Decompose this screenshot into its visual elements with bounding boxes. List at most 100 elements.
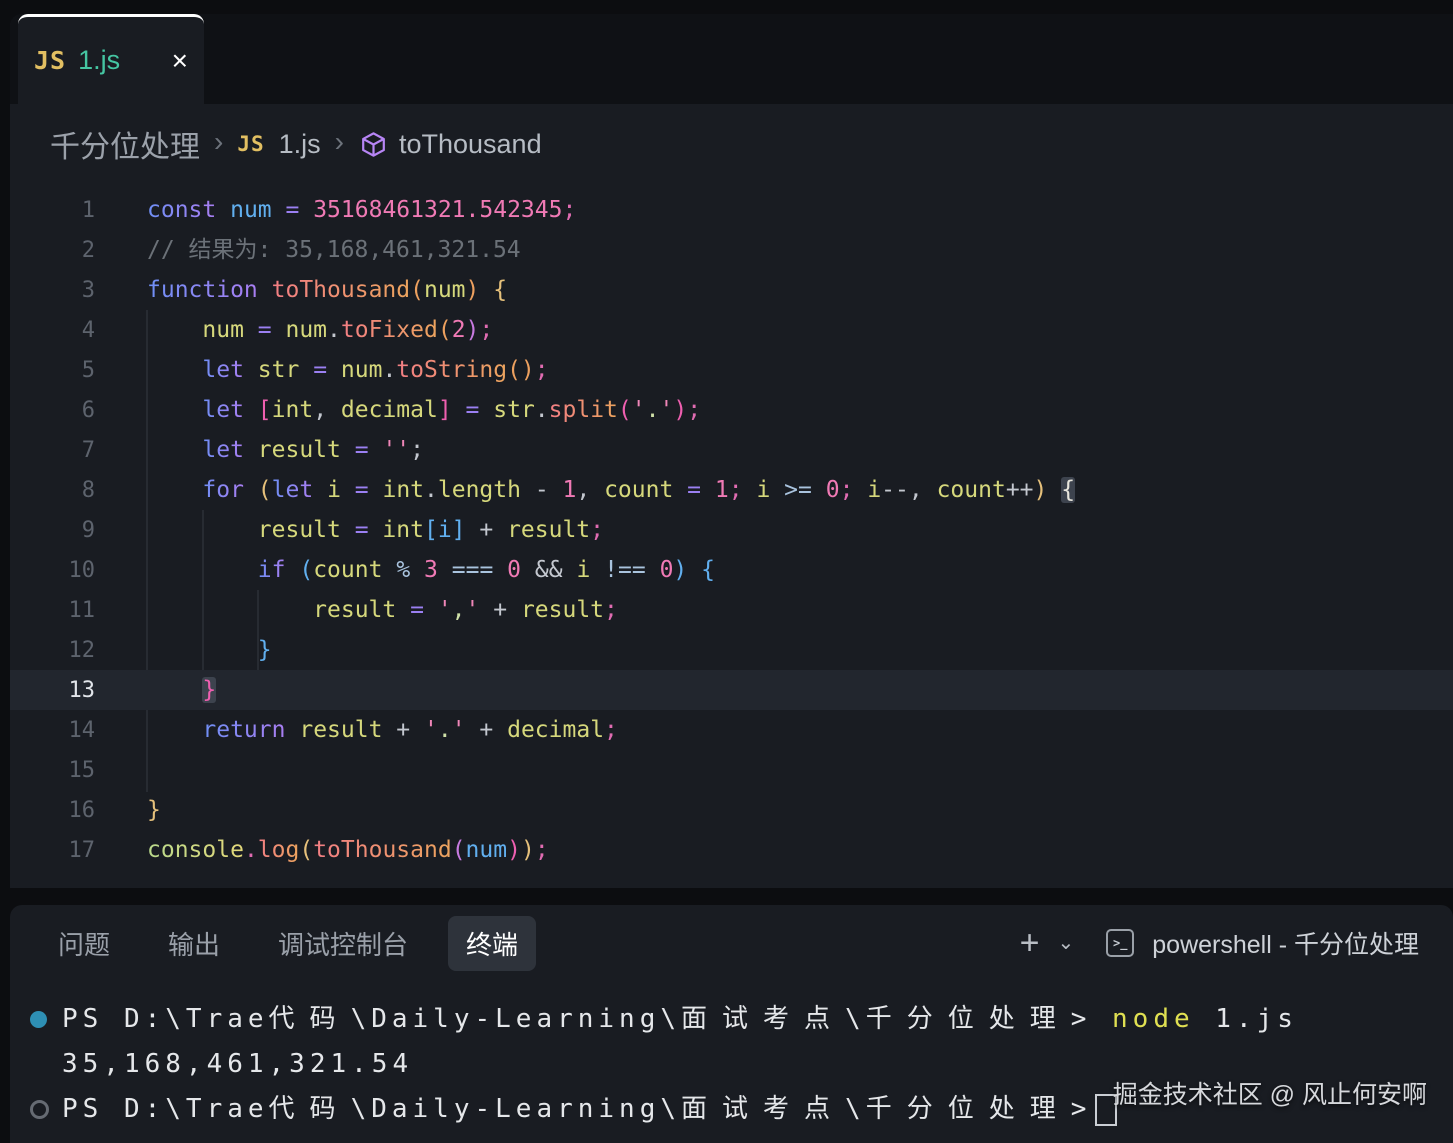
code-token: ;: [535, 837, 549, 863]
code-line[interactable]: 17console.log(toThousand(num));: [10, 830, 1453, 870]
code-line[interactable]: 14 return result + '.' + decimal;: [10, 710, 1453, 750]
code-token: console: [147, 837, 244, 863]
code-token: ': [424, 717, 438, 743]
code-token: .: [438, 717, 452, 743]
code-line[interactable]: 10 if (count % 3 === 0 && i !== 0) {: [10, 550, 1453, 590]
code-token: toString: [396, 357, 507, 383]
breadcrumb: 千分位处理 › JS 1.js › toThousand: [10, 104, 1453, 184]
code-token: =: [272, 197, 314, 223]
code-token: =: [396, 597, 438, 623]
code-token: .: [327, 317, 341, 343]
code-line[interactable]: 15: [10, 750, 1453, 790]
code-line[interactable]: 3function toThousand(num) {: [10, 270, 1453, 310]
symbol-cube-icon: [360, 131, 387, 158]
code-token: .: [244, 837, 258, 863]
code-token: +: [466, 517, 508, 543]
line-number: 16: [10, 798, 147, 823]
close-icon[interactable]: ×: [172, 47, 188, 75]
code-token: num: [230, 197, 272, 223]
chevron-down-icon[interactable]: ⌄: [1058, 933, 1075, 953]
code-token: num: [202, 317, 244, 343]
code-token: {: [493, 277, 507, 303]
code-token: ): [673, 557, 687, 583]
code-token: [147, 557, 258, 583]
panel-tab-output[interactable]: 输出: [150, 916, 238, 971]
code-token: ;: [590, 517, 604, 543]
code-line[interactable]: 7 let result = '';: [10, 430, 1453, 470]
code-token: [313, 477, 327, 503]
code-line[interactable]: 12 }: [10, 630, 1453, 670]
code-token: [438, 557, 452, 583]
code-line[interactable]: 5 let str = num.toString();: [10, 350, 1453, 390]
panel-tab-debug-console[interactable]: 调试控制台: [260, 916, 426, 971]
tab-filename: 1.js: [78, 45, 120, 76]
code-line[interactable]: 8 for (let i = int.length - 1, count = 1…: [10, 470, 1453, 510]
code-token: [258, 277, 272, 303]
code-token: (: [452, 837, 466, 863]
line-number: 14: [10, 718, 147, 743]
command-success-dot-icon: [30, 1011, 47, 1028]
code-line[interactable]: 9 result = int[i] + result;: [10, 510, 1453, 550]
code-line[interactable]: 4 num = num.toFixed(2);: [10, 310, 1453, 350]
breadcrumb-symbol[interactable]: toThousand: [399, 129, 542, 160]
code-token: >=: [784, 477, 812, 503]
code-token: +: [479, 597, 521, 623]
code-token: =: [244, 317, 286, 343]
code-token: [147, 637, 258, 663]
code-token: [147, 397, 202, 423]
code-token: result: [313, 597, 396, 623]
code-token: [687, 557, 701, 583]
code-token: [1047, 477, 1061, 503]
line-number: 6: [10, 398, 147, 423]
code-token: if: [258, 557, 286, 583]
code-token: ]: [438, 397, 452, 423]
code-token: [: [258, 397, 272, 423]
code-token: {: [701, 557, 715, 583]
code-token: [770, 477, 784, 503]
code-token: ===: [452, 557, 494, 583]
code-token: (: [410, 277, 424, 303]
code-token: [244, 397, 258, 423]
code-line[interactable]: 1const num = 35168461321.542345;: [10, 190, 1453, 230]
code-token: decimal: [341, 397, 438, 423]
code-token: [812, 477, 826, 503]
code-token: const: [147, 197, 216, 223]
code-token: ): [466, 277, 480, 303]
breadcrumb-file[interactable]: 1.js: [279, 129, 321, 160]
code-token: [493, 557, 507, 583]
code-line[interactable]: 2// 结果为: 35,168,461,321.54: [10, 230, 1453, 270]
code-token: 面试考点: [681, 1094, 845, 1124]
code-editor[interactable]: 1const num = 35168461321.542345;2// 结果为:…: [10, 184, 1453, 888]
code-token: 1: [715, 477, 729, 503]
code-token: >: [1071, 1094, 1092, 1124]
code-token: result: [521, 597, 604, 623]
code-token: ': [452, 717, 466, 743]
breadcrumb-folder[interactable]: 千分位处理: [50, 122, 200, 166]
panel-tab-problems[interactable]: 问题: [40, 916, 128, 971]
code-token: i: [576, 557, 590, 583]
code-token: toThousand: [272, 277, 410, 303]
javascript-file-icon: JS: [34, 46, 66, 75]
code-line[interactable]: 6 let [int, decimal] = str.split('.');: [10, 390, 1453, 430]
panel-tab-terminal[interactable]: 终端: [448, 916, 536, 971]
terminal-panel: 问题输出调试控制台终端 + ⌄ >_ powershell - 千分位处理 PS…: [10, 905, 1453, 1143]
new-terminal-icon[interactable]: +: [1020, 926, 1040, 960]
code-line[interactable]: 13 }: [10, 670, 1453, 710]
code-token: node: [1112, 1004, 1195, 1034]
code-token: int: [382, 477, 424, 503]
terminal-session-label[interactable]: powershell - 千分位处理: [1152, 925, 1419, 961]
code-token: 千分位处理: [866, 1094, 1071, 1124]
code-token: [743, 477, 757, 503]
code-token: ': [659, 397, 673, 423]
code-token: [147, 357, 202, 383]
code-line[interactable]: 11 result = ',' + result;: [10, 590, 1453, 630]
code-token: ): [466, 317, 480, 343]
code-token: 代码: [269, 1004, 351, 1034]
code-token: [479, 277, 493, 303]
editor-tab-1js[interactable]: JS 1.js ×: [18, 14, 204, 104]
code-token: }: [147, 797, 161, 823]
code-line[interactable]: 16}: [10, 790, 1453, 830]
code-token: ,: [909, 477, 937, 503]
code-token: ;: [604, 597, 618, 623]
code-token: ): [521, 837, 535, 863]
